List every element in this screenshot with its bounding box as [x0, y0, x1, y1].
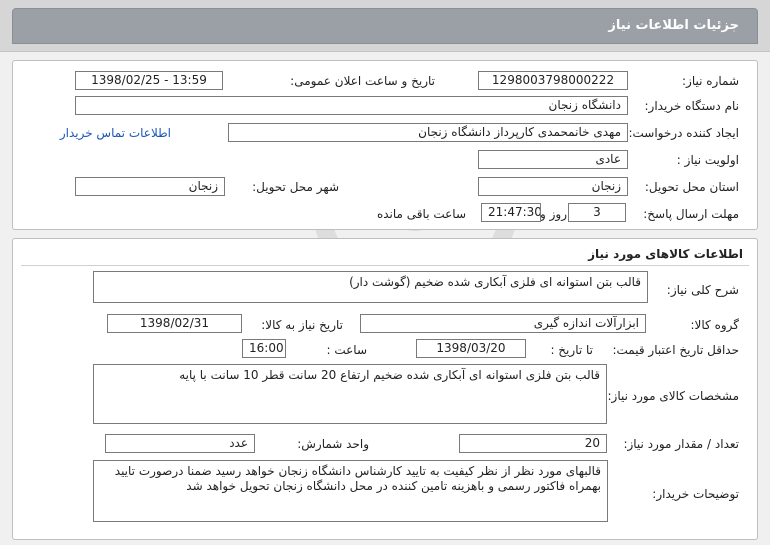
buyer-field[interactable]: دانشگاه زنجان: [75, 96, 628, 115]
need-date-field[interactable]: 1398/02/31: [107, 314, 242, 333]
summary-field[interactable]: قالب بتن استوانه ای فلزی آبکاری شده ضخیم…: [93, 271, 648, 303]
announce-date-label: تاریخ و ساعت اعلان عمومی:: [290, 74, 435, 88]
price-validity-label: حداقل تاریخ اعتبار قیمت:: [612, 343, 739, 357]
specs-field[interactable]: قالب بتن فلزی استوانه ای آبکاری شده ضخیم…: [93, 364, 607, 424]
deadline-days-field[interactable]: 3: [568, 203, 626, 222]
announce-date-field[interactable]: 1398/02/25 - 13:59: [75, 71, 223, 90]
page-title: جزئیات اطلاعات نیاز: [12, 8, 758, 44]
buyer-label: نام دستگاه خریدار:: [644, 99, 740, 113]
until-date-label: تا تاریخ :: [550, 343, 593, 357]
summary-label: شرح کلی نیاز:: [666, 283, 739, 297]
unit-field[interactable]: عدد: [105, 434, 255, 453]
group-field[interactable]: ابزارآلات اندازه گیری: [360, 314, 646, 333]
remaining-word: ساعت باقی مانده: [376, 207, 466, 221]
priority-label: اولویت نیاز :: [676, 153, 739, 167]
quantity-label: تعداد / مقدار مورد نیاز:: [623, 437, 739, 451]
need-info-panel: شماره نیاز: 1298003798000222 تاریخ و ساع…: [12, 60, 758, 230]
days-word: روز و: [540, 207, 567, 221]
until-date-field[interactable]: 1398/03/20: [416, 339, 526, 358]
buyer-notes-field[interactable]: قالبهای مورد نظر از نظر کیفیت به تایید ک…: [93, 460, 608, 522]
need-number-field[interactable]: 1298003798000222: [478, 71, 628, 90]
hour-label: ساعت :: [326, 343, 367, 357]
priority-field[interactable]: عادی: [478, 150, 628, 169]
unit-label: واحد شمارش:: [297, 437, 369, 451]
creator-label: ایجاد کننده درخواست:: [628, 126, 739, 140]
buyer-contact-link[interactable]: اطلاعات تماس خریدار: [60, 126, 171, 140]
goods-info-panel: اطلاعات کالاهای مورد نیاز شرح کلی نیاز: …: [12, 238, 758, 540]
quantity-field[interactable]: 20: [459, 434, 607, 453]
buyer-notes-label: توضیحات خریدار:: [652, 487, 739, 501]
hour-field[interactable]: 16:00: [242, 339, 286, 358]
province-label: استان محل تحویل:: [644, 180, 739, 194]
deadline-label: مهلت ارسال پاسخ:: [643, 207, 739, 221]
city-label: شهر محل تحویل:: [252, 180, 339, 194]
deadline-time-field[interactable]: 21:47:30: [481, 203, 541, 222]
city-field[interactable]: زنجان: [75, 177, 225, 196]
need-date-label: تاریخ نیاز به کالا:: [261, 318, 343, 332]
goods-section-title: اطلاعات کالاهای مورد نیاز: [588, 247, 743, 261]
specs-label: مشخصات کالای مورد نیاز:: [607, 389, 739, 403]
need-number-label: شماره نیاز:: [682, 74, 739, 88]
page-header: جزئیات اطلاعات نیاز: [0, 0, 770, 52]
province-field[interactable]: زنجان: [478, 177, 628, 196]
section-divider: [21, 265, 749, 266]
creator-field[interactable]: مهدی خانمحمدی کارپرداز دانشگاه زنجان: [228, 123, 628, 142]
group-label: گروه کالا:: [690, 318, 740, 332]
